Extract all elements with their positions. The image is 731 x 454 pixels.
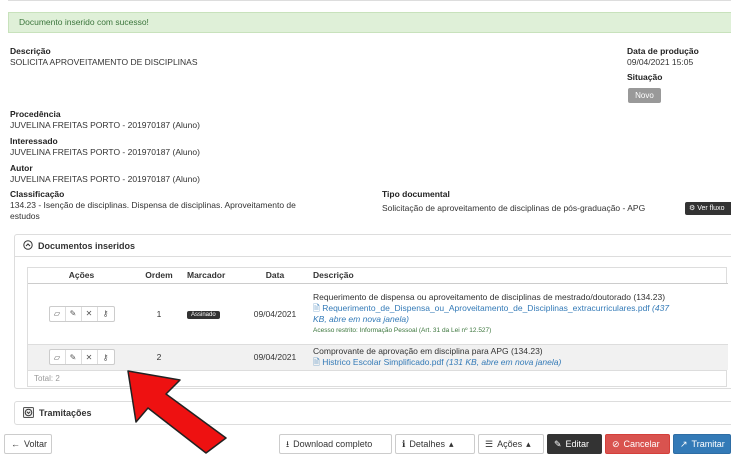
descricao-label: Descrição xyxy=(10,46,51,56)
tramitar-label: Tramitar xyxy=(691,439,725,449)
voltar-label: Voltar xyxy=(24,439,48,449)
edit-icon: ✎ xyxy=(554,439,562,449)
download-label: Download completo xyxy=(293,439,373,449)
editar-button[interactable]: ✎ Editar xyxy=(547,434,602,454)
classificacao-value-line1: 134.23 - Isenção de disciplinas. Dispens… xyxy=(10,200,296,210)
row-descricao-text: Comprovante de aprovação em disciplina p… xyxy=(313,346,543,357)
caret-up-icon: ▴ xyxy=(448,439,454,449)
col-ordem: Ordem xyxy=(135,268,183,284)
tipo-documental-label: Tipo documental xyxy=(382,189,450,199)
remove-icon[interactable]: ✕ xyxy=(82,350,98,365)
caret-up-icon: ▴ xyxy=(526,439,531,449)
info-icon: ℹ xyxy=(402,439,406,449)
detalhes-label: Detalhes xyxy=(409,439,445,449)
row-descricao: Comprovante de aprovação em disciplina p… xyxy=(309,344,728,370)
arrow-left-icon: ← xyxy=(11,439,20,449)
row-file-line: 🗎 Requerimento_de_Dispensa_ou_Aproveitam… xyxy=(313,303,724,314)
ban-icon: ⊘ xyxy=(612,439,620,449)
key-icon[interactable]: ⚷ xyxy=(98,307,114,321)
acoes-button[interactable]: ☰ Ações ▴ xyxy=(478,434,544,454)
acoes-label: Ações xyxy=(497,439,523,449)
documentos-panel-header[interactable]: Documentos inseridos xyxy=(15,235,731,257)
interessado-value: JUVELINA FREITAS PORTO - 201970187 (Alun… xyxy=(10,147,200,157)
row-data: 09/04/2021 xyxy=(253,352,297,363)
autor-label: Autor xyxy=(10,163,33,173)
tipo-documental-value: Solicitação de aproveitamento de discipl… xyxy=(382,203,646,213)
classificacao-value-line2: estudos xyxy=(10,211,40,221)
row-descricao-text: Requerimento de dispensa ou aproveitamen… xyxy=(313,291,666,302)
editar-label: Editar xyxy=(565,439,590,449)
share-icon: ↗ xyxy=(680,439,688,449)
data-producao-label: Data de produção xyxy=(627,46,699,56)
detalhes-button[interactable]: ℹ Detalhes ▴ xyxy=(395,434,475,454)
remove-icon[interactable]: ✕ xyxy=(82,306,98,321)
row-file-link[interactable]: Histrico Escolar Simplificado.pdf xyxy=(322,357,443,367)
assinado-tag: Assinado xyxy=(187,311,220,319)
row-file-info: (437 xyxy=(652,302,670,313)
row-file-link[interactable]: Requerimento_de_Dispensa_ou_Aproveitamen… xyxy=(322,303,649,313)
table-row: ▱ ✎ ✕ ⚷ 1 Assinado 09/04/2021 Requerimen… xyxy=(28,283,728,344)
edit-icon[interactable]: ✎ xyxy=(66,350,82,365)
folder-icon[interactable]: ▱ xyxy=(50,350,66,365)
col-data: Data xyxy=(241,268,309,284)
row-data: 09/04/2021 xyxy=(253,308,297,319)
voltar-button[interactable]: ← Voltar xyxy=(4,434,52,454)
tramitar-button[interactable]: ↗ Tramitar xyxy=(673,434,731,454)
download-icon: ⭳ xyxy=(286,439,290,449)
table-header-row: Ações Ordem Marcador Data Descrição xyxy=(28,268,728,284)
gears-icon: ⚙ xyxy=(689,205,698,212)
documentos-panel-title: Documentos inseridos xyxy=(38,240,136,251)
top-divider xyxy=(8,0,731,1)
situacao-label: Situação xyxy=(627,72,663,82)
procedencia-label: Procedência xyxy=(10,109,61,119)
col-acoes: Ações xyxy=(28,268,135,284)
edit-icon[interactable]: ✎ xyxy=(66,306,82,321)
folder-icon[interactable]: ▱ xyxy=(50,306,66,321)
file-icon: 🗎 xyxy=(313,302,320,313)
red-arrow-annotation xyxy=(127,370,227,454)
data-producao-value: 09/04/2021 15:05 xyxy=(627,57,694,67)
classificacao-label: Classificação xyxy=(10,189,65,199)
cancelar-button[interactable]: ⊘ Cancelar xyxy=(605,434,670,454)
col-marcador: Marcador xyxy=(183,268,241,284)
col-descricao: Descrição xyxy=(309,268,728,284)
row-actions: ▱ ✎ ✕ ⚷ xyxy=(28,283,135,344)
row-action-group: ▱ ✎ ✕ ⚷ xyxy=(48,349,115,366)
success-alert: Documento inserido com sucesso! xyxy=(8,12,731,33)
chevron-down-square-icon xyxy=(23,406,34,420)
download-completo-button[interactable]: ⭳ Download completo xyxy=(279,434,392,454)
tramitacoes-panel-title: Tramitações xyxy=(39,408,92,418)
cancelar-label: Cancelar xyxy=(623,439,660,449)
situacao-badge: Novo xyxy=(628,88,661,103)
ver-fluxo-button[interactable]: ⚙ Ver fluxo xyxy=(685,202,731,215)
procedencia-value: JUVELINA FREITAS PORTO - 201970187 (Alun… xyxy=(10,120,200,130)
autor-value: JUVELINA FREITAS PORTO - 201970187 (Alun… xyxy=(10,174,200,184)
row-ordem: 1 xyxy=(156,308,162,319)
row-file-line: 🗎 Histrico Escolar Simplificado.pdf (131… xyxy=(313,357,724,368)
file-icon: 🗎 xyxy=(313,357,320,368)
row-marcador: Assinado xyxy=(183,283,241,344)
interessado-label: Interessado xyxy=(10,136,58,146)
descricao-value: SOLICITA APROVEITAMENTO DE DISCIPLINAS xyxy=(10,57,198,67)
row-file-info-cont: KB, abre em nova janela) xyxy=(313,313,409,324)
row-action-group: ▱ ✎ ✕ ⚷ xyxy=(48,305,115,322)
ver-fluxo-label: Ver fluxo xyxy=(697,205,725,212)
row-file-info: (131 KB, abre em nova janela) xyxy=(446,357,562,368)
row-restricao: Acesso restrito: Informação Pessoal (Art… xyxy=(313,326,492,334)
key-icon[interactable]: ⚷ xyxy=(98,350,114,364)
documentos-table: Ações Ordem Marcador Data Descrição ▱ ✎ … xyxy=(28,268,728,370)
list-icon: ☰ xyxy=(485,439,494,449)
chevron-up-circle-icon xyxy=(23,239,33,252)
row-descricao: Requerimento de dispensa ou aproveitamen… xyxy=(309,283,728,344)
